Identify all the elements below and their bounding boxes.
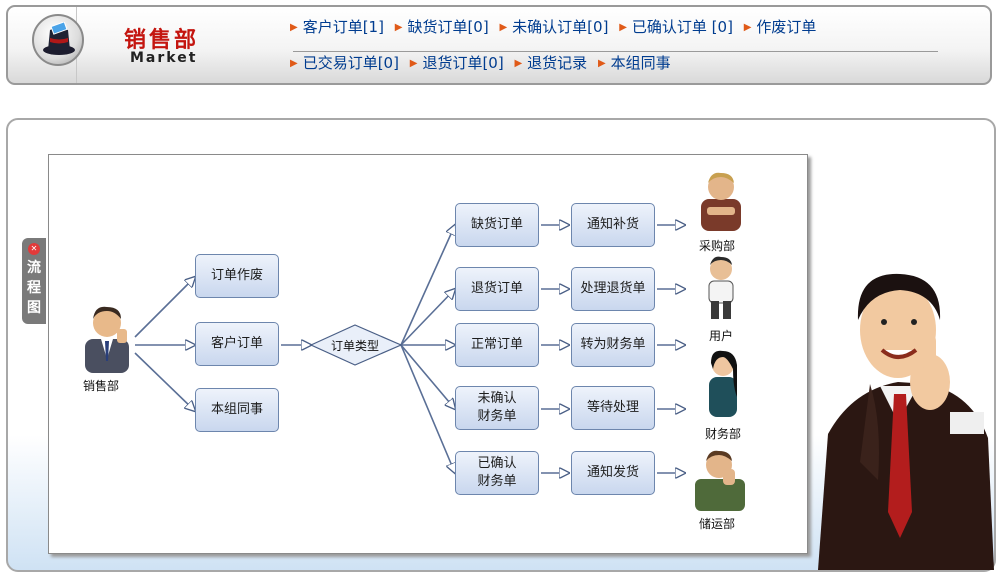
user-person-icon [708,256,734,319]
arrow-bullet-icon: ▶ [409,58,418,69]
node-group-colleague[interactable]: 本组同事 [195,388,279,432]
node-unconfirmed-line1: 未确认 [477,391,517,406]
arrow-bullet-icon: ▶ [597,58,606,69]
menu-link-void-orders[interactable]: ▶ 作废订单 [744,16,817,37]
logistics-label: 储运部 [699,517,736,531]
node-shortage-order[interactable]: 缺货订单 [455,203,539,247]
menu-link-customer-orders[interactable]: ▶ 客户订单[1] [290,16,384,37]
node-return-order[interactable]: 退货订单 [455,267,539,311]
arrow-bullet-icon: ▶ [394,22,403,33]
node-process-return[interactable]: 处理退货单 [571,267,655,311]
node-confirmed-line1: 已确认 [477,456,517,471]
node-unconfirmed-line2: 财务单 [477,409,517,424]
logistics-person-icon [695,450,745,511]
node-to-finance[interactable]: 转为财务单 [571,323,655,367]
menu-link-unconfirmed-orders[interactable]: ▶ 未确认订单[0] [499,16,608,37]
menu-link-group-colleagues[interactable]: ▶ 本组同事 [598,52,671,73]
finance-label: 财务部 [705,427,742,441]
purchasing-label: 采购部 [699,239,736,253]
businessman-illustration [818,273,994,570]
menu-link-traded-orders[interactable]: ▶ 已交易订单[0] [290,52,399,73]
node-notify-restock[interactable]: 通知补货 [571,203,655,247]
flowchart-canvas: 销售部 订单作废 客户订单 本组同事 订单类型 缺货订单 退货订单 正常订单 未… [48,154,808,554]
sales-person-label: 销售部 [83,379,120,393]
arrow-bullet-icon: ▶ [743,22,752,33]
arrow-bullet-icon: ▶ [514,58,523,69]
magic-hat-icon [43,22,75,55]
menu-row-1: ▶ 客户订单[1] ▶ 缺货订单[0] ▶ 未确认订单[0] ▶ 已确认订单 [0] ▶… [290,16,822,37]
arrow-bullet-icon: ▶ [619,22,627,33]
sales-person-icon [85,306,129,373]
close-icon[interactable]: ✕ [28,243,40,255]
node-wait-processing[interactable]: 等待处理 [571,386,655,430]
node-void-order[interactable]: 订单作废 [195,254,279,298]
purchasing-person-icon [701,172,741,231]
node-customer-order[interactable]: 客户订单 [195,322,279,366]
menu-link-return-orders[interactable]: ▶ 退货订单[0] [410,52,504,73]
menu-link-return-records[interactable]: ▶ 退货记录 [514,52,587,73]
node-confirmed-finance[interactable]: 已确认 财务单 [455,451,539,495]
decision-label: 订单类型 [331,339,380,353]
node-normal-order[interactable]: 正常订单 [455,323,539,367]
arrow-bullet-icon: ▶ [290,22,298,33]
node-unconfirmed-finance[interactable]: 未确认 财务单 [455,386,539,430]
flowchart-side-tab[interactable]: ✕ 流程图 [22,238,46,324]
menu-row-2: ▶ 已交易订单[0] ▶ 退货订单[0] ▶ 退货记录 ▶ 本组同事 [290,52,677,73]
node-notify-ship[interactable]: 通知发货 [571,451,655,495]
arrow-bullet-icon: ▶ [290,58,298,69]
side-tab-label: 流程图 [27,260,41,316]
finance-person-icon [709,350,737,417]
menu-link-shortage-orders[interactable]: ▶ 缺货订单[0] [395,16,489,37]
department-subtitle: Market [130,50,198,66]
menu-link-confirmed-orders[interactable]: ▶ 已确认订单 [0] [619,16,733,37]
arrow-bullet-icon: ▶ [499,22,508,33]
node-confirmed-line2: 财务单 [477,474,517,489]
user-label: 用户 [709,329,734,343]
